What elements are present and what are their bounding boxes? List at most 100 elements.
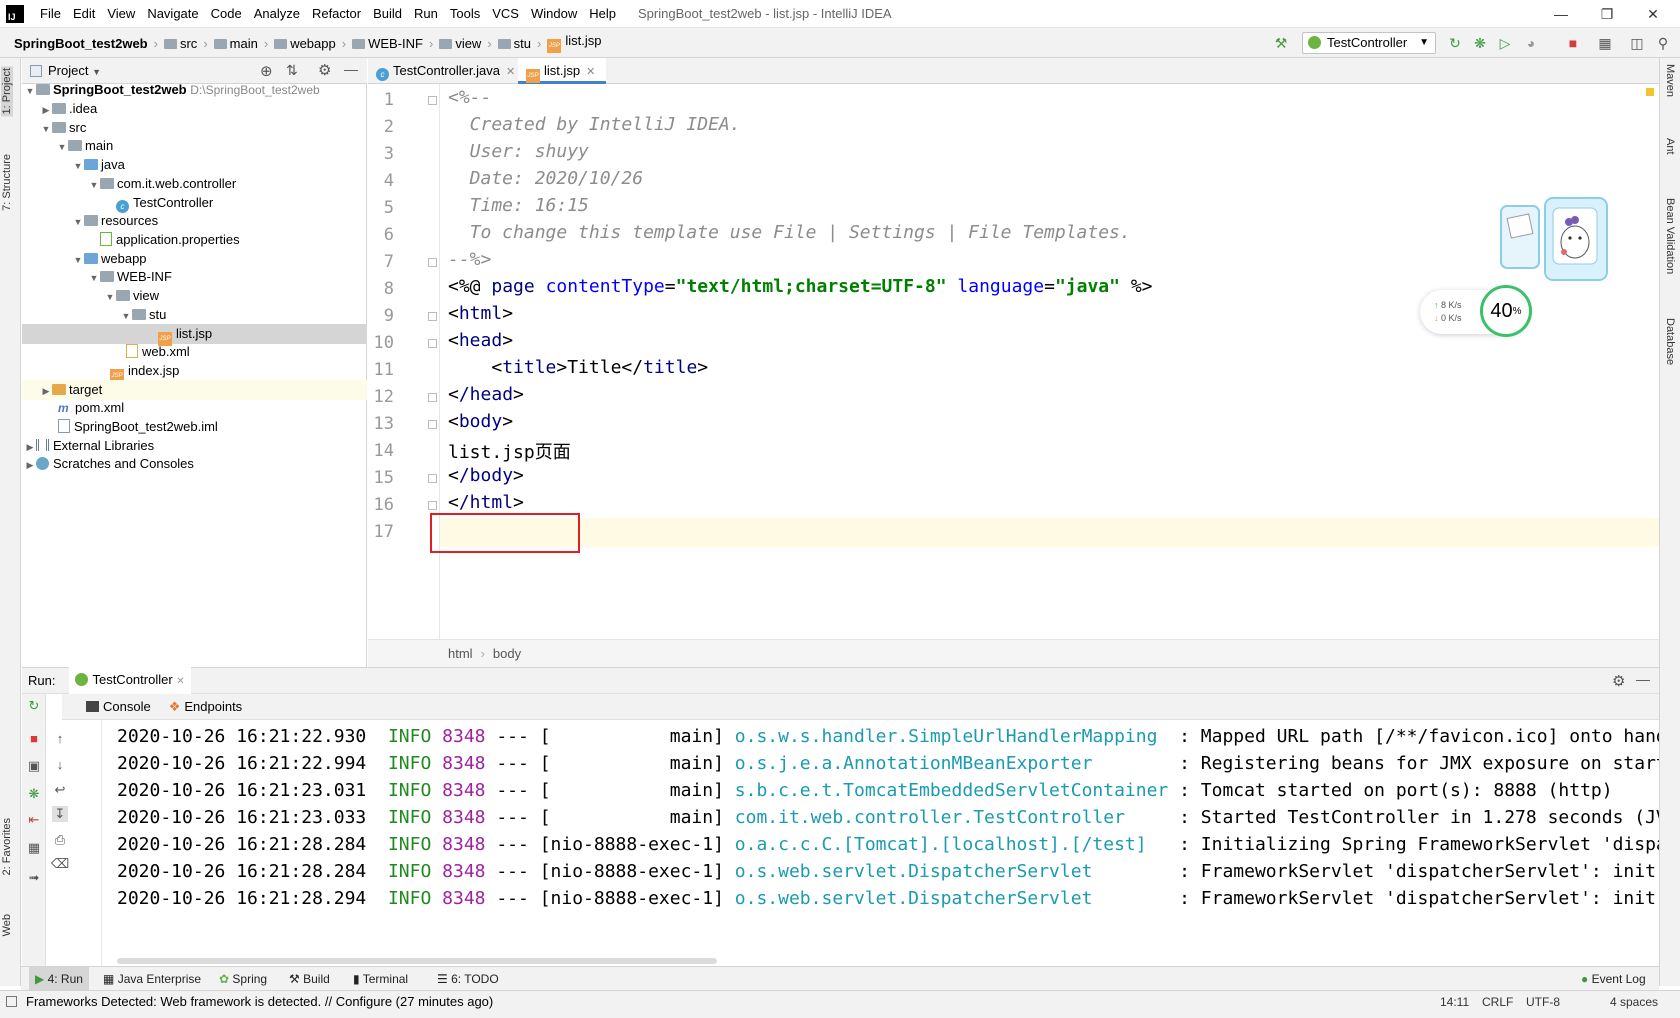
event-log-tool-tab[interactable]: ● Event Log <box>1581 967 1646 991</box>
collapse-all-icon[interactable]: ⇅ <box>286 62 298 79</box>
close-tab-icon[interactable]: ✕ <box>586 66 595 78</box>
crumb-body[interactable]: body <box>493 646 521 661</box>
close-window-button[interactable]: ✕ <box>1630 0 1676 28</box>
menu-file[interactable]: File <box>34 0 67 28</box>
profile-icon[interactable]: ◕ <box>1522 34 1540 52</box>
java-enterprise-tool-tab[interactable]: ▦ Java Enterprise <box>103 967 201 991</box>
menu-window[interactable]: Window <box>525 0 583 28</box>
crumb-stu[interactable]: stu <box>494 36 535 51</box>
search-icon[interactable]: ⚲ <box>1654 34 1672 52</box>
tab-testcontroller-java[interactable]: c TestController.java ✕ <box>368 58 518 84</box>
menu-tools[interactable]: Tools <box>444 0 486 28</box>
crumb-html[interactable]: html <box>448 646 473 661</box>
close-tab-icon[interactable]: ✕ <box>506 66 515 78</box>
tree-item-project-root[interactable]: ▼ SpringBoot_test2web D:\SpringBoot_test2… <box>22 80 367 100</box>
locate-icon[interactable]: ⊕ <box>260 62 273 80</box>
project-structure-icon[interactable]: ▦ <box>1596 34 1614 52</box>
hammer-build-icon[interactable]: ⚒ <box>1272 34 1290 52</box>
run-config-tab[interactable]: TestController ✕ <box>69 666 191 695</box>
tree-item-index-jsp[interactable]: JSP index.jsp <box>22 361 367 383</box>
crumb-view[interactable]: view <box>435 36 485 51</box>
menu-vcs[interactable]: VCS <box>486 0 525 28</box>
crumb-list-jsp[interactable]: JSP list.jsp <box>543 33 605 53</box>
maximize-button[interactable]: ❐ <box>1584 0 1630 28</box>
tree-item-web-inf[interactable]: ▼ WEB-INF <box>22 267 367 287</box>
tree-item-resources[interactable]: ▼ resources <box>22 211 367 231</box>
menu-view[interactable]: View <box>101 0 141 28</box>
tree-item-external-libraries[interactable]: ▶ External Libraries <box>22 436 367 456</box>
ant-tool-tab[interactable]: Ant <box>1664 138 1676 155</box>
gear-icon[interactable]: ⚙ <box>1612 672 1625 690</box>
favorites-tool-tab[interactable]: 2: Favorites <box>1 818 13 875</box>
crumb-main[interactable]: main <box>210 36 262 51</box>
todo-tool-tab[interactable]: ☰ 6: TODO <box>437 967 499 991</box>
tree-item-src[interactable]: ▼ src <box>22 118 367 138</box>
menu-build[interactable]: Build <box>367 0 408 28</box>
tree-item-java[interactable]: ▼ java <box>22 155 367 175</box>
tree-item-list-jsp[interactable]: JSP list.jsp <box>22 324 367 346</box>
stop-icon[interactable]: ■ <box>1564 34 1582 52</box>
tree-item-application-properties[interactable]: application.properties <box>22 230 367 250</box>
database-tool-tab[interactable]: Database <box>1664 318 1676 365</box>
hide-panel-icon[interactable]: — <box>1636 671 1650 687</box>
tree-item-idea[interactable]: ▶ .idea <box>22 99 367 119</box>
menu-edit[interactable]: Edit <box>67 0 101 28</box>
rerun-icon[interactable]: ↻ <box>1446 34 1464 52</box>
tab-list-jsp[interactable]: JSP list.jsp ✕ <box>518 58 606 84</box>
menu-run[interactable]: Run <box>408 0 444 28</box>
close-tab-icon[interactable]: ✕ <box>176 676 184 687</box>
tree-item-iml[interactable]: SpringBoot_test2web.iml <box>22 417 367 437</box>
java-enterprise-icon: ▦ <box>103 972 115 986</box>
menu-navigate[interactable]: Navigate <box>141 0 204 28</box>
maven-tool-tab[interactable]: Maven <box>1664 64 1676 97</box>
crumb-web-inf[interactable]: WEB-INF <box>348 36 427 51</box>
tree-item-web-xml[interactable]: web.xml <box>22 342 367 362</box>
file-encoding[interactable]: UTF-8 <box>1526 991 1560 1013</box>
bean-validation-tool-tab[interactable]: Bean Validation <box>1664 198 1676 274</box>
structure-tool-tab[interactable]: 7: Structure <box>1 154 13 211</box>
tree-item-view[interactable]: ▼ view <box>22 286 367 306</box>
spring-tool-tab[interactable]: ✿ Spring <box>219 967 267 991</box>
web-tool-tab[interactable]: Web <box>1 914 13 936</box>
tree-item-testcontroller[interactable]: c TestController <box>22 193 367 213</box>
caret-position[interactable]: 14:11 <box>1440 991 1469 1013</box>
rerun-icon[interactable]: ↻ <box>26 698 42 714</box>
indent-setting[interactable]: 4 spaces <box>1610 991 1658 1013</box>
endpoints-tab[interactable]: ❖ Endpoints <box>169 699 242 715</box>
status-message[interactable]: Frameworks Detected: Web framework is de… <box>26 991 493 1013</box>
crumb-webapp[interactable]: webapp <box>270 36 340 51</box>
tree-item-package[interactable]: ▼ com.it.web.controller <box>22 174 367 194</box>
minimize-button[interactable]: — <box>1538 0 1584 28</box>
build-tool-tab[interactable]: ⚒ Build <box>289 967 330 991</box>
tree-item-pom-xml[interactable]: m pom.xml <box>22 398 367 418</box>
menu-code[interactable]: Code <box>205 0 248 28</box>
hide-panel-icon[interactable]: — <box>344 61 358 77</box>
debug-icon[interactable]: ❋ <box>1471 34 1489 52</box>
console-output[interactable]: 2020-10-26 16:21:22.930 INFO 8348 --- [ … <box>22 720 1659 955</box>
menu-analyze[interactable]: Analyze <box>248 0 306 28</box>
run-tool-tab[interactable]: ▶ 4: Run <box>29 967 89 991</box>
tree-item-stu[interactable]: ▼ stu <box>22 305 367 325</box>
crumb-project[interactable]: SpringBoot_test2web <box>10 36 152 51</box>
run-configuration-select[interactable]: TestController ▼ <box>1302 32 1436 54</box>
status-toggle-icon[interactable] <box>6 996 17 1007</box>
gear-icon[interactable]: ⚙ <box>318 61 331 79</box>
terminal-tool-tab[interactable]: ▮ Terminal <box>353 967 408 991</box>
warning-marker-icon[interactable] <box>1646 88 1654 96</box>
menu-help[interactable]: Help <box>583 0 622 28</box>
tree-item-scratches[interactable]: ▶ Scratches and Consoles <box>22 454 367 474</box>
coverage-icon[interactable]: ▷ <box>1496 34 1514 52</box>
crumb-src[interactable]: src <box>160 36 201 51</box>
editor-area: c TestController.java ✕ JSP list.jsp ✕ 1 2 3… <box>368 58 1659 667</box>
code-area[interactable]: <%-- Created by IntelliJ IDEA. User: shu… <box>368 84 1659 639</box>
tree-item-main[interactable]: ▼ main <box>22 136 367 156</box>
folder-icon <box>213 38 227 49</box>
tree-item-webapp[interactable]: ▼ webapp <box>22 249 367 269</box>
horizontal-scrollbar[interactable] <box>117 958 717 964</box>
line-separator[interactable]: CRLF <box>1482 991 1513 1013</box>
tree-item-target[interactable]: ▶ target <box>22 380 367 400</box>
menu-refactor[interactable]: Refactor <box>306 0 367 28</box>
project-tool-tab[interactable]: 1: Project <box>1 66 13 117</box>
console-tab[interactable]: Console <box>86 699 151 714</box>
layout-icon[interactable]: ◫ <box>1628 34 1646 52</box>
